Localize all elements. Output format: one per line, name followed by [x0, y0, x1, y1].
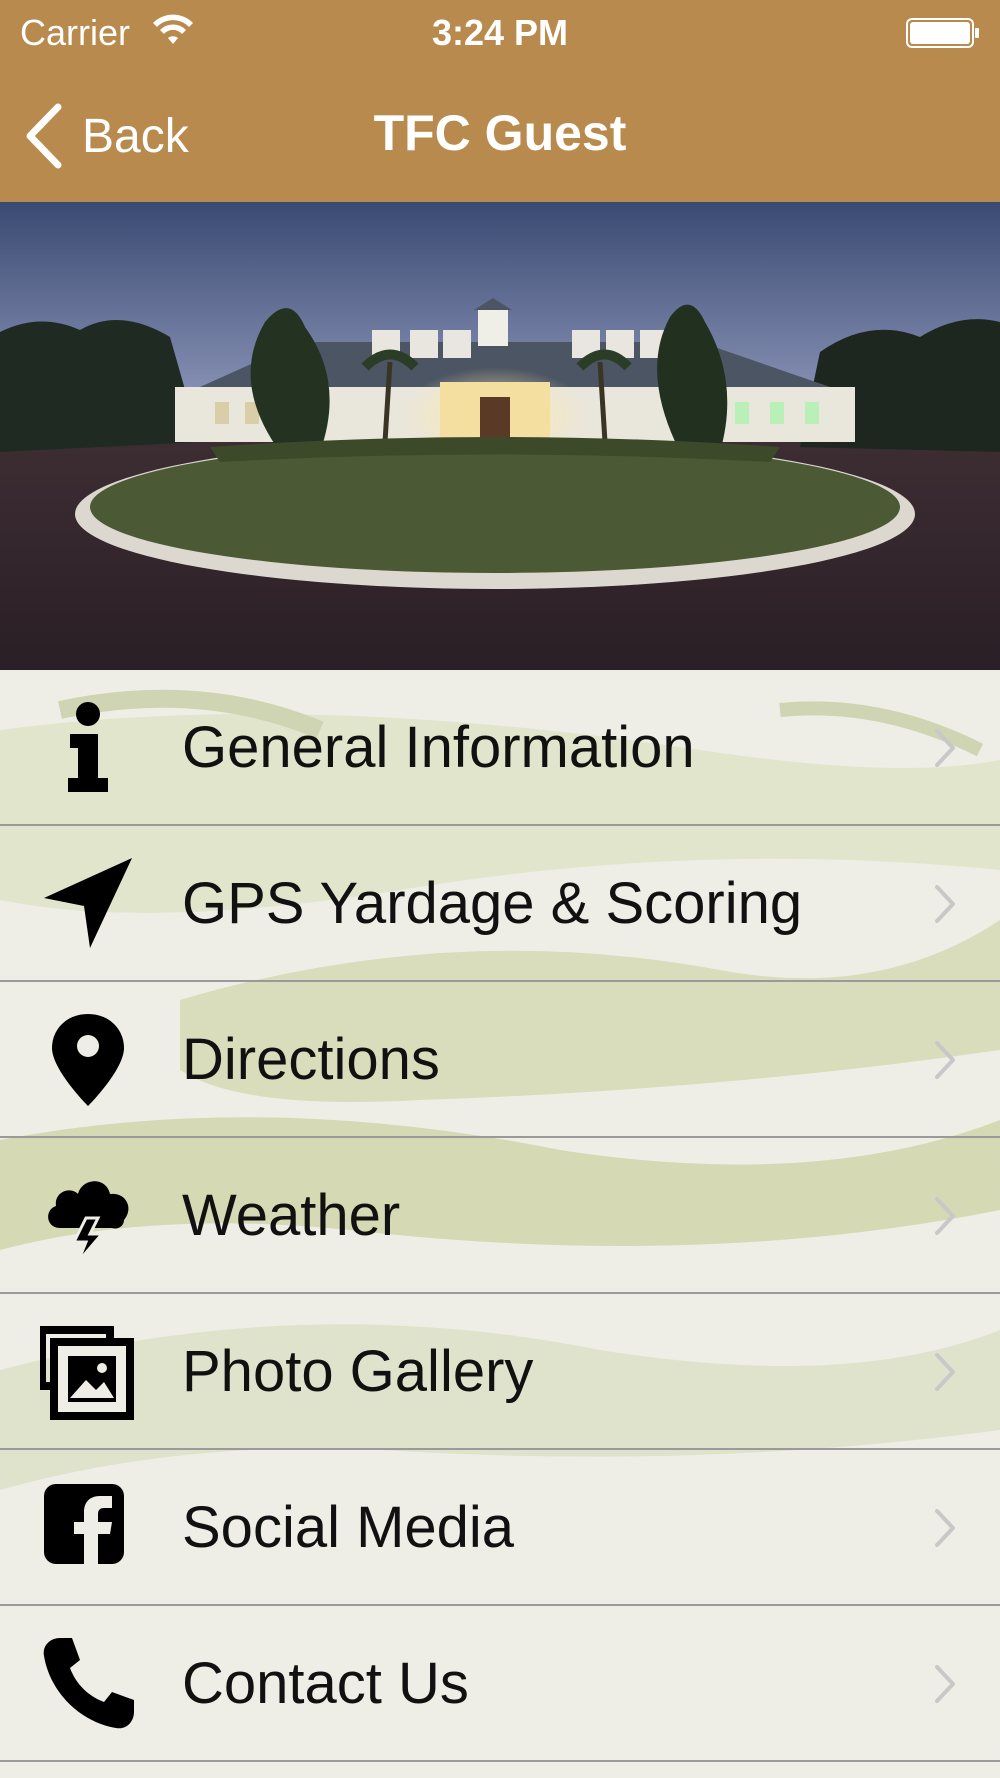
facebook-icon: [44, 1484, 124, 1564]
menu-item-social-media[interactable]: Social Media: [0, 1450, 1000, 1606]
chevron-right-icon: [935, 1509, 955, 1547]
chevron-right-icon: [935, 1041, 955, 1079]
menu-item-label: Social Media: [182, 1494, 515, 1560]
battery-icon: [906, 18, 979, 48]
menu-item-directions[interactable]: Directions: [0, 982, 1000, 1138]
menu-item-label: General Information: [182, 714, 695, 780]
menu-item-label: Weather: [182, 1182, 401, 1248]
menu-item-contact-us[interactable]: Contact Us: [0, 1606, 1000, 1762]
status-bar: Carrier 3:24 PM: [0, 0, 1000, 70]
navigation-bar: Carrier 3:24 PM Back TFC Guest: [0, 0, 1000, 202]
storm-cloud-icon: [48, 1181, 129, 1263]
main-menu: General Information GPS Yardage & Scorin…: [0, 670, 1000, 1778]
chevron-right-icon: [935, 729, 955, 767]
menu-item-gps-yardage-scoring[interactable]: GPS Yardage & Scoring: [0, 826, 1000, 982]
phone-icon: [43, 1638, 134, 1729]
chevron-right-icon: [935, 1665, 955, 1703]
info-icon: [68, 702, 108, 792]
menu-item-label: Directions: [182, 1026, 440, 1092]
chevron-right-icon: [935, 1197, 955, 1235]
menu-item-weather[interactable]: Weather: [0, 1138, 1000, 1294]
menu-item-label: Photo Gallery: [182, 1338, 534, 1404]
status-time: 3:24 PM: [431, 12, 569, 53]
menu-item-label: GPS Yardage & Scoring: [182, 870, 803, 936]
photo-gallery-icon: [40, 1326, 134, 1420]
chevron-right-icon: [935, 1353, 955, 1391]
menu-item-photo-gallery[interactable]: Photo Gallery: [0, 1294, 1000, 1450]
clubhouse-illustration: [0, 202, 1000, 670]
chevron-right-icon: [935, 885, 955, 923]
menu-item-general-information[interactable]: General Information: [0, 670, 1000, 826]
clubhouse-photo: [0, 202, 1000, 670]
menu-item-label: Contact Us: [182, 1650, 469, 1716]
page-title: TFC Guest: [373, 105, 627, 161]
navigation-arrow-icon: [44, 858, 132, 948]
map-pin-icon: [52, 1014, 124, 1106]
